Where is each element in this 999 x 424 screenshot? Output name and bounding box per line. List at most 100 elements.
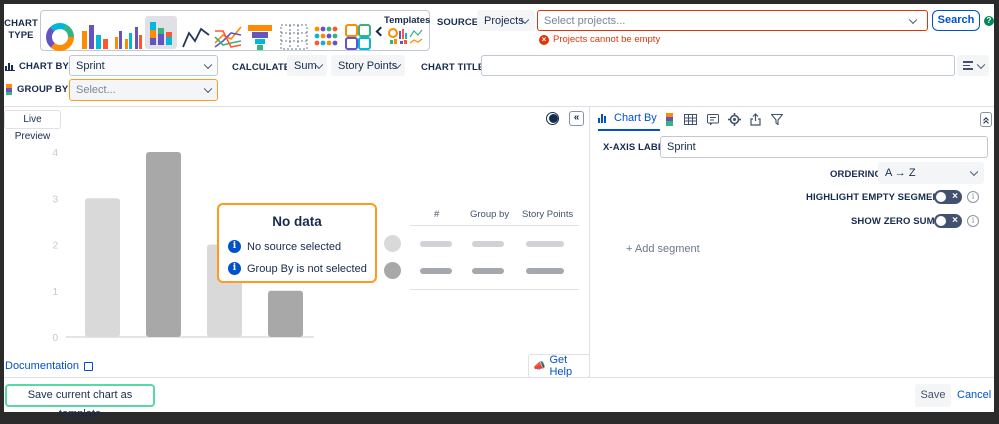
legend-placeholder — [526, 241, 564, 247]
legend-header-group: Group by — [470, 209, 510, 220]
chart-by-label-wrap: CHART BY — [5, 61, 69, 72]
legend-placeholder — [472, 241, 504, 247]
expand-panel-button[interactable] — [980, 112, 992, 127]
multi-line-chart-icon[interactable] — [213, 21, 243, 53]
filter-icon[interactable] — [771, 114, 783, 125]
group-by-tab-icon[interactable] — [666, 113, 673, 126]
chevron-down-icon — [203, 84, 213, 94]
y-tick-label: 4 — [52, 148, 58, 159]
templates-icon — [388, 28, 423, 44]
highlight-empty-toggle[interactable]: × — [934, 190, 962, 204]
templates-button[interactable]: Templates — [384, 14, 431, 48]
save-template-button[interactable]: Save current chart as template — [5, 384, 155, 420]
table-chart-icon[interactable] — [279, 21, 309, 53]
y-tick-label: 3 — [52, 194, 58, 205]
show-zero-toggle[interactable]: × — [934, 214, 962, 228]
no-data-row: i Group By is not selected — [228, 262, 367, 275]
project-select[interactable]: Select projects... — [537, 10, 928, 31]
calc-function-value: Sum — [294, 59, 317, 72]
project-select-placeholder: Select projects... — [544, 14, 626, 27]
ordering-label: ORDERING — [830, 169, 882, 180]
documentation-link[interactable]: Documentation — [5, 360, 93, 372]
bar-chart-icon[interactable] — [79, 21, 109, 53]
x-axis-input[interactable] — [660, 136, 988, 158]
live-preview-tab[interactable]: Live Preview — [4, 110, 61, 142]
info-icon[interactable]: i — [967, 191, 979, 203]
chart-title-label: CHART TITLE — [421, 62, 485, 73]
active-tab-underline — [598, 129, 660, 131]
gear-icon[interactable] — [728, 113, 741, 126]
group-by-placeholder: Select... — [76, 84, 116, 96]
search-button[interactable]: Search — [932, 10, 980, 31]
chart-bar — [268, 290, 303, 337]
templates-label: Templates — [384, 15, 431, 26]
footer-divider — [4, 377, 994, 378]
line-chart-icon[interactable] — [181, 21, 211, 53]
legend-placeholder — [472, 268, 504, 274]
help-icon[interactable]: ? — [984, 16, 994, 26]
panel-divider — [589, 106, 590, 377]
chevron-down-icon — [969, 167, 979, 177]
chart-by-select[interactable]: Sprint — [69, 55, 218, 76]
info-icon[interactable]: i — [967, 215, 979, 227]
comment-icon[interactable] — [707, 114, 719, 126]
ordering-select[interactable]: A → Z — [878, 162, 984, 184]
chevron-down-icon — [908, 15, 918, 24]
chevron-left-icon[interactable] — [374, 25, 386, 39]
align-menu-button[interactable] — [957, 55, 989, 76]
legend-header-points: Story Points — [522, 209, 574, 220]
chart-by-label: CHART BY — [19, 61, 69, 72]
chart-by-icon — [5, 63, 15, 71]
legend-placeholder — [420, 241, 452, 247]
search-button-label: Search — [937, 14, 975, 26]
get-help-button[interactable]: 📣 Get Help — [528, 354, 590, 378]
source-type-value: Projects — [484, 14, 524, 27]
error-icon: × — [539, 34, 549, 45]
dot-matrix-chart-icon[interactable] — [311, 21, 341, 53]
group-by-label: GROUP BY — [17, 84, 69, 95]
legend-header-number: # — [434, 209, 440, 220]
chart-bar — [146, 152, 181, 337]
group-by-select[interactable]: Select... — [69, 79, 218, 101]
group-by-label-wrap: GROUP BY — [6, 84, 68, 95]
no-data-title: No data — [272, 214, 322, 229]
calc-field-value: Story Points — [338, 59, 398, 72]
save-button[interactable]: Save — [915, 384, 951, 407]
chart-builder-window: CHART TYPE Templates SOURCE Projects Sel… — [4, 4, 994, 420]
grouped-bar-chart-icon[interactable] — [113, 21, 143, 53]
megaphone-icon: 📣 — [533, 360, 546, 372]
table-icon[interactable] — [684, 114, 697, 125]
info-icon: i — [228, 262, 241, 275]
y-tick-label: 0 — [52, 333, 58, 344]
share-icon[interactable] — [750, 113, 761, 126]
calculate-label: CALCULATE — [232, 62, 291, 73]
legend-header-divider — [410, 225, 579, 226]
chevron-down-icon — [976, 60, 986, 69]
show-zero-label: SHOW ZERO SUMS — [851, 216, 942, 227]
legend-placeholder — [526, 268, 564, 274]
y-tick-label: 2 — [52, 241, 58, 252]
no-data-popup: No data i No source selected i Group By … — [217, 203, 377, 283]
tab-chart-by[interactable]: Chart By — [598, 112, 657, 124]
add-segment-button[interactable]: + Add segment — [626, 243, 700, 255]
donut-chart-icon[interactable] — [45, 21, 75, 53]
chart-title-input[interactable] — [481, 55, 955, 76]
tile-chart-icon[interactable] — [343, 21, 373, 53]
chart-type-picker: Templates — [40, 10, 430, 51]
chevron-down-icon — [203, 60, 213, 69]
cancel-button[interactable]: Cancel — [957, 389, 991, 401]
calc-field-select[interactable]: Story Points — [331, 55, 405, 76]
funnel-chart-icon[interactable] — [245, 21, 275, 53]
stacked-bar-chart-icon[interactable] — [145, 16, 177, 49]
no-data-message: No source selected — [247, 240, 342, 253]
bar-chart-small-icon — [598, 114, 606, 123]
source-label: SOURCE — [437, 17, 479, 28]
legend-swatch — [384, 262, 401, 279]
source-type-select[interactable]: Projects — [477, 10, 535, 31]
theme-toggle-icon[interactable] — [546, 112, 559, 125]
header-divider — [4, 106, 994, 107]
chart-bar — [85, 198, 120, 337]
collapse-preview-button[interactable]: « — [569, 111, 584, 126]
legend-table: # Group by Story Points — [384, 209, 579, 290]
calc-function-select[interactable]: Sum — [287, 55, 327, 76]
